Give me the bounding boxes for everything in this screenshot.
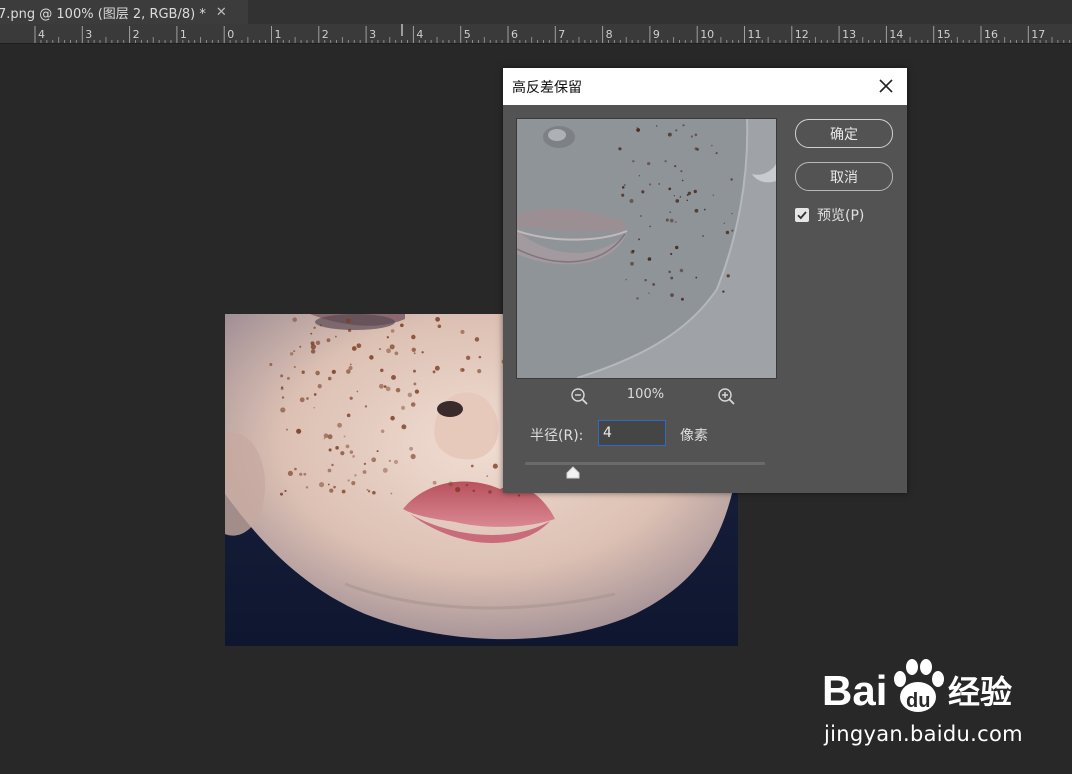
- ruler-label: 17: [1031, 28, 1045, 41]
- radius-input[interactable]: [598, 420, 666, 446]
- ruler-ticks: 4 3 2 1 0 1 2 3 4 5 6 7 8 9 10 11 12 13 14 15 16 17: [34, 24, 1071, 43]
- baidu-paw-icon: du: [894, 659, 944, 712]
- filter-preview[interactable]: [516, 118, 777, 379]
- ruler-label: 0: [227, 28, 234, 41]
- ruler-label: 3: [369, 28, 376, 41]
- ok-button[interactable]: 确定: [795, 119, 893, 148]
- ruler-label: 2: [322, 28, 329, 41]
- ruler-label: 8: [606, 28, 613, 41]
- cancel-button[interactable]: 取消: [795, 162, 893, 191]
- horizontal-ruler[interactable]: 4 3 2 1 0 1 2 3 4 5 6 7 8 9 10 11 12 13 14 15 16 17: [0, 24, 1072, 44]
- ruler-label: 7: [558, 28, 565, 41]
- radius-slider-track[interactable]: [525, 462, 765, 465]
- ruler-label: 15: [937, 28, 951, 41]
- preview-label: 预览(P): [817, 208, 865, 224]
- ruler-label: 14: [889, 28, 903, 41]
- preview-checkbox-row[interactable]: 预览(P): [795, 205, 864, 225]
- ruler-label: 10: [700, 28, 714, 41]
- ruler-label: 1: [275, 28, 282, 41]
- baidu-watermark: Bai du 经验: [822, 659, 1012, 714]
- unit-label: 像素: [680, 428, 708, 444]
- ruler-label: 5: [464, 28, 471, 41]
- ruler-label: 1: [180, 28, 187, 41]
- watermark-logo-cn: 经验: [948, 673, 1012, 711]
- ruler-label: 11: [748, 28, 762, 41]
- ruler-label: 9: [653, 28, 660, 41]
- close-icon[interactable]: ✕: [216, 5, 227, 20]
- ruler-label: 13: [842, 28, 856, 41]
- dialog-titlebar[interactable]: 高反差保留: [503, 68, 907, 105]
- document-tab-title: 7.png @ 100% (图层 2, RGB/8) *: [0, 6, 206, 22]
- ruler-label: 3: [85, 28, 92, 41]
- radius-label: 半径(R):: [530, 428, 584, 444]
- high-pass-dialog: 高反差保留 确定 取消 预览(P) 100% 半径(R): 4 像素: [503, 68, 907, 493]
- watermark-url: jingyan.baidu.com: [824, 722, 1023, 746]
- checkmark-icon: [797, 211, 807, 220]
- watermark-logo-du: du: [906, 690, 930, 712]
- ruler-label: 4: [416, 28, 423, 41]
- ruler-label: 2: [133, 28, 140, 41]
- preview-image: [517, 119, 776, 378]
- ruler-label: 12: [795, 28, 809, 41]
- ruler-label: 4: [38, 28, 45, 41]
- zoom-controls: 100%: [516, 386, 775, 406]
- ruler-label: 16: [984, 28, 998, 41]
- zoom-in-icon[interactable]: [717, 387, 737, 407]
- radius-slider-thumb[interactable]: [565, 466, 581, 480]
- preview-checkbox[interactable]: [795, 208, 809, 222]
- close-icon[interactable]: [877, 77, 895, 95]
- document-tab-bar: 7.png @ 100% (图层 2, RGB/8) * ✕: [0, 0, 1072, 24]
- dialog-title: 高反差保留: [512, 79, 582, 96]
- ruler-label: 6: [511, 28, 518, 41]
- document-tab[interactable]: 7.png @ 100% (图层 2, RGB/8) * ✕: [0, 0, 248, 24]
- watermark-logo-latin: Bai: [822, 667, 887, 714]
